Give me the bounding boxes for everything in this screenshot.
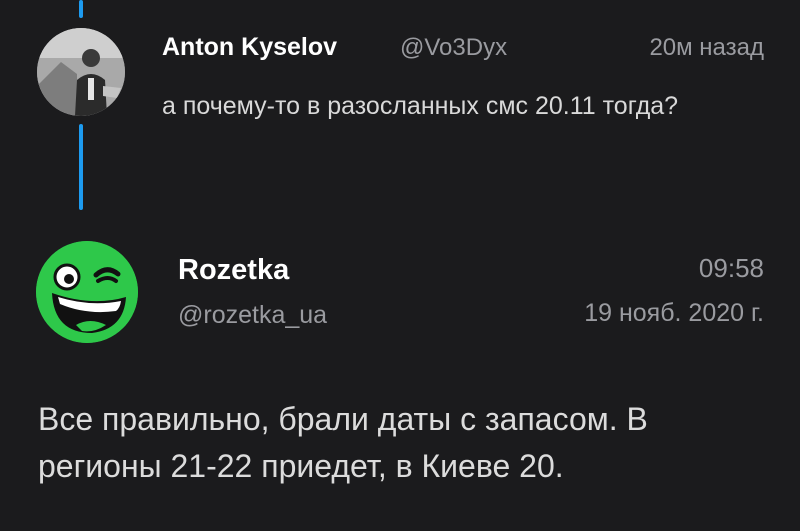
main-author-avatar[interactable] bbox=[36, 241, 138, 343]
thread-line-top bbox=[79, 0, 83, 18]
rozetka-smiley-icon bbox=[36, 241, 138, 343]
main-author-name[interactable]: Rozetka bbox=[178, 254, 289, 287]
reply-timestamp[interactable]: 20м назад bbox=[649, 34, 764, 62]
main-tweet-text: Все правильно, брали даты с запасом. В р… bbox=[38, 401, 648, 484]
main-time: 09:58 bbox=[698, 253, 764, 283]
person-photo-icon bbox=[37, 28, 125, 116]
thread-line-bottom bbox=[79, 124, 83, 210]
main-date: 19 нояб. 2020 г. bbox=[584, 299, 764, 327]
reply-author-avatar[interactable] bbox=[37, 28, 125, 116]
reply-author-name[interactable]: Anton Kyselov bbox=[162, 33, 337, 62]
reply-text: а почему-то в разосланных смс 20.11 тогд… bbox=[162, 92, 679, 120]
main-author-handle[interactable]: @rozetka_ua bbox=[178, 301, 327, 330]
reply-author-handle[interactable]: @Vo3Dyx bbox=[400, 34, 507, 62]
